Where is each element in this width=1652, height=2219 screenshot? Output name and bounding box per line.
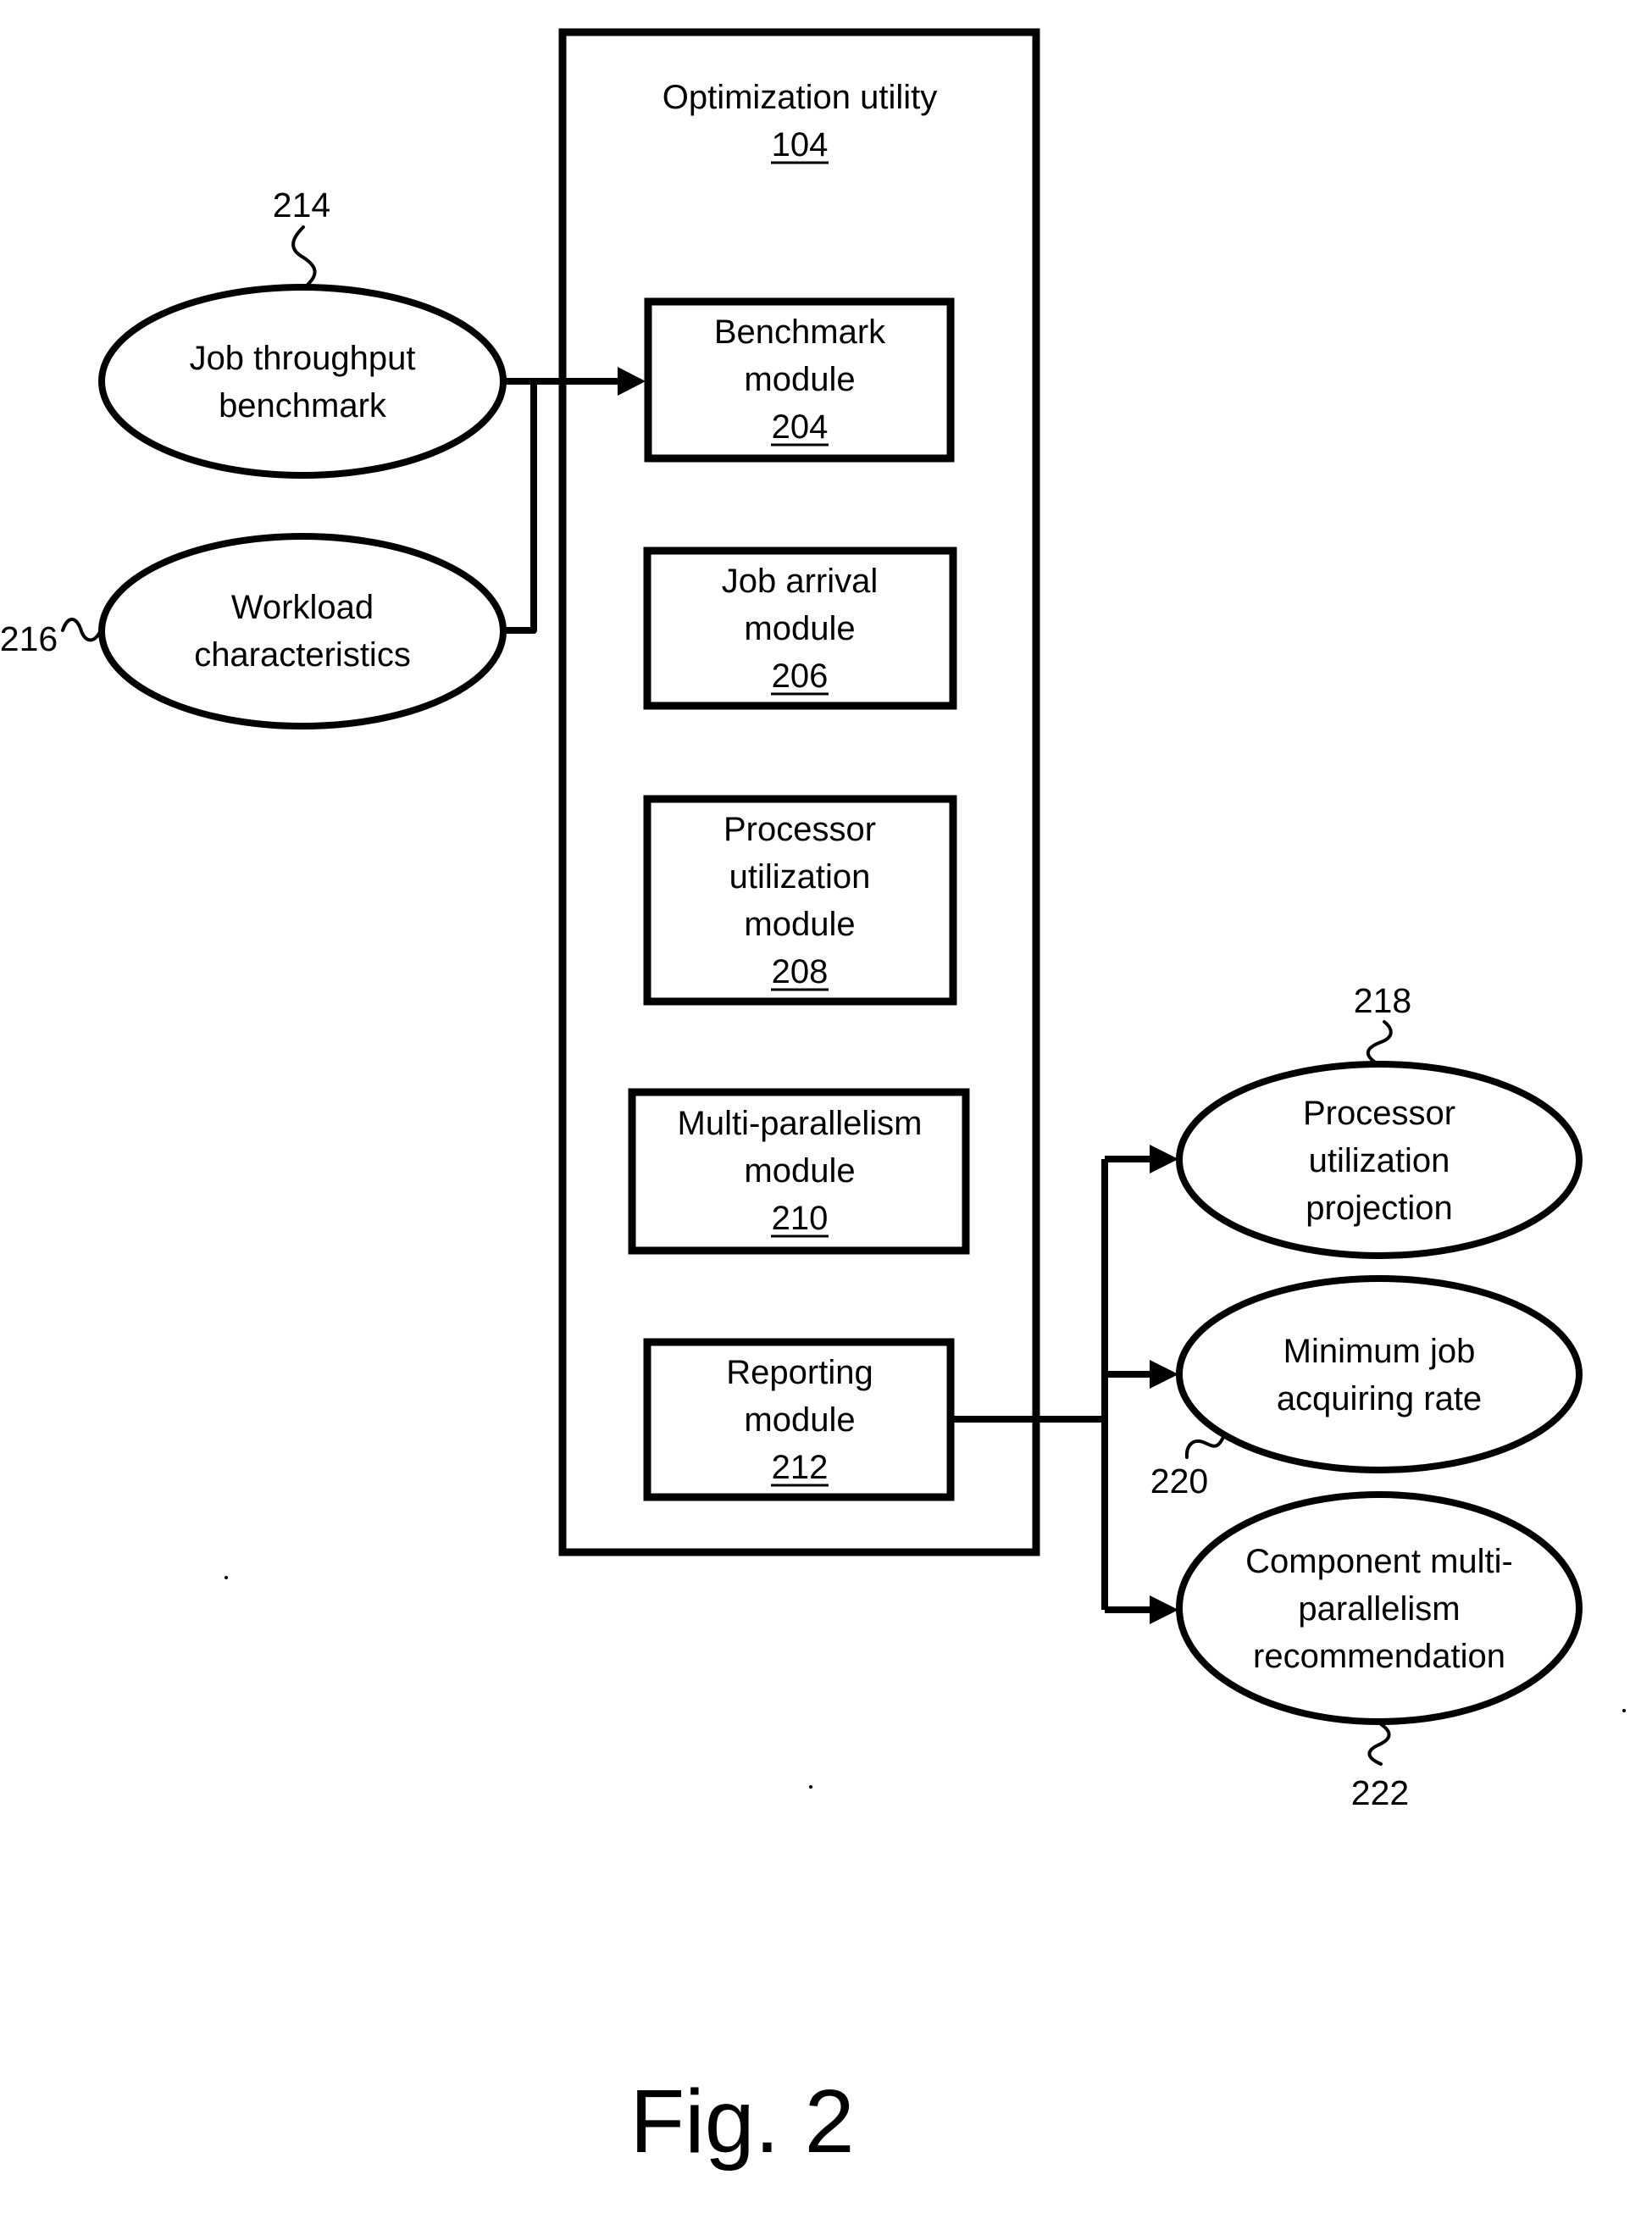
module-label-line: Benchmark xyxy=(714,313,886,351)
leader-squiggle-icon xyxy=(291,225,317,286)
container-title: Optimization utility xyxy=(662,79,938,116)
multi-parallelism-module: Multi-parallelism module 210 xyxy=(628,1088,970,1255)
speck xyxy=(1622,1709,1626,1712)
module-ref: 212 xyxy=(772,1449,829,1486)
output-ellipse xyxy=(1176,1275,1583,1473)
module-ref: 206 xyxy=(772,657,829,695)
leader-squiggle-icon xyxy=(1184,1437,1224,1459)
leader-squiggle-icon xyxy=(1366,1020,1393,1065)
input-label-line: benchmark xyxy=(219,387,387,424)
container-frame xyxy=(558,28,1040,1556)
module-label-line: module xyxy=(744,906,855,943)
figure-caption: Fig. 2 xyxy=(629,2072,854,2172)
output-label-line: Processor xyxy=(1303,1095,1455,1132)
input-ellipse xyxy=(98,284,507,479)
output-ref: 220 xyxy=(1150,1462,1208,1501)
module-ref: 210 xyxy=(772,1200,829,1237)
module-ref: 208 xyxy=(772,953,829,990)
input-label-line: Workload xyxy=(231,589,374,626)
input-ref: 214 xyxy=(273,186,330,225)
output-label-line: Component multi- xyxy=(1245,1543,1513,1580)
optimization-utility-container: Optimization utility 104 xyxy=(558,28,1040,1556)
input-label-line: characteristics xyxy=(194,636,411,674)
module-label-line: Job arrival xyxy=(722,563,879,600)
job-arrival-module: Job arrival module 206 xyxy=(643,546,957,710)
arrowhead-icon xyxy=(1150,1145,1178,1173)
processor-utilization-module: Processor utilization module 208 xyxy=(643,795,957,1006)
input-ellipse xyxy=(98,533,507,729)
connector-line xyxy=(503,381,537,634)
output-label-line: acquiring rate xyxy=(1277,1380,1482,1417)
output-label-line: utilization xyxy=(1309,1142,1450,1179)
output-label-line: projection xyxy=(1306,1190,1452,1227)
module-label-line: Multi-parallelism xyxy=(678,1105,923,1142)
workload-characteristics-input: Workload characteristics 216 xyxy=(0,533,507,729)
leader-squiggle-icon xyxy=(1367,1722,1391,1766)
input-ref: 216 xyxy=(0,619,58,658)
container-ref: 104 xyxy=(772,126,829,164)
module-label-line: module xyxy=(744,361,855,398)
processor-utilization-projection-output: Processor utilization projection 218 xyxy=(1176,981,1583,1259)
input-label-line: Job throughput xyxy=(190,340,416,377)
output-ref: 222 xyxy=(1351,1773,1409,1812)
speck xyxy=(809,1785,812,1789)
speck xyxy=(225,1576,228,1579)
module-label-line: module xyxy=(744,1152,855,1190)
arrowhead-icon xyxy=(1150,1360,1178,1389)
module-label-line: Reporting xyxy=(726,1354,873,1391)
patent-figure: Optimization utility 104 Benchmark modul… xyxy=(0,28,1626,2172)
output-label-line: recommendation xyxy=(1253,1638,1505,1675)
component-multi-parallelism-recommendation-output: Component multi- parallelism recommendat… xyxy=(1176,1491,1583,1812)
module-label-line: module xyxy=(744,1401,855,1439)
minimum-job-acquiring-rate-output: Minimum job acquiring rate 220 xyxy=(1150,1275,1583,1501)
module-label-line: Processor xyxy=(723,811,876,848)
leader-squiggle-icon xyxy=(61,618,102,642)
benchmark-module: Benchmark module 204 xyxy=(644,297,955,463)
job-throughput-benchmark-input: Job throughput benchmark 214 xyxy=(98,186,507,479)
output-label-line: Minimum job xyxy=(1283,1333,1476,1370)
module-ref: 204 xyxy=(772,408,829,446)
module-label-line: module xyxy=(744,610,855,647)
output-label-line: parallelism xyxy=(1298,1590,1460,1628)
reporting-module: Reporting module 212 xyxy=(643,1338,955,1501)
arrowhead-icon xyxy=(1150,1595,1178,1624)
output-ref: 218 xyxy=(1354,981,1411,1020)
module-label-line: utilization xyxy=(729,858,871,896)
